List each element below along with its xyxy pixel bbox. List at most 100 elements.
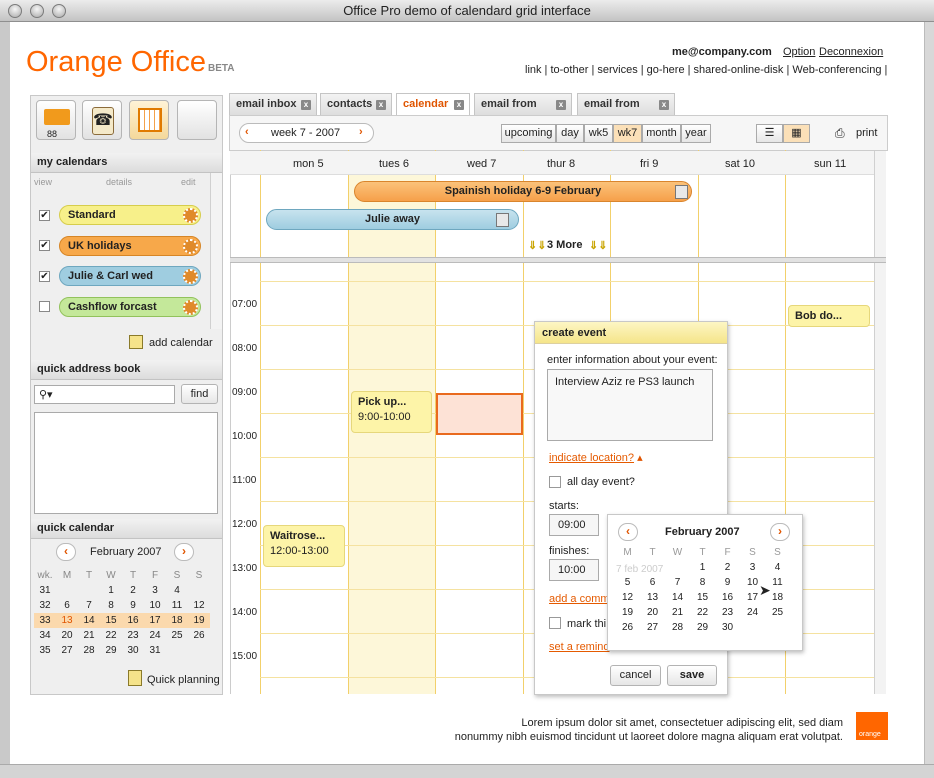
event-waitrose[interactable]: Waitrose... 12:00-13:00 — [263, 525, 345, 567]
more-events-link[interactable]: 3 More — [547, 239, 582, 251]
day-cell[interactable]: 4 — [166, 583, 188, 598]
calendar-checkbox-uk-holidays[interactable]: ✔ — [39, 240, 50, 251]
day-cell[interactable]: 12 — [615, 590, 640, 605]
indicate-location-link[interactable]: indicate location? ▴ — [549, 451, 643, 464]
selected-time-slot[interactable] — [436, 393, 523, 435]
day-cell[interactable]: 19 — [615, 605, 640, 620]
day-cell[interactable] — [56, 583, 78, 598]
tab-contacts[interactable]: contacts x — [320, 93, 392, 115]
day-cell[interactable]: 18 — [166, 613, 188, 628]
orange-logo[interactable]: orange — [856, 712, 888, 740]
day-header-thu[interactable]: thur 8 — [547, 158, 575, 170]
day-cell[interactable]: 4 — [765, 560, 790, 575]
day-header-fri[interactable]: fri 9 — [640, 158, 658, 170]
minimize-window-button[interactable] — [30, 4, 44, 18]
close-icon[interactable]: x — [659, 100, 669, 110]
settings-gear-icon[interactable] — [183, 300, 198, 315]
calendar-app-button[interactable] — [129, 100, 169, 140]
day-cell[interactable]: 5 — [615, 575, 640, 590]
day-cell[interactable]: 27 — [56, 643, 78, 658]
day-cell[interactable]: 25 — [166, 628, 188, 643]
day-cell[interactable]: 27 — [640, 620, 665, 635]
event-bob[interactable]: Bob do... — [788, 305, 870, 327]
day-cell[interactable]: 7 — [78, 598, 100, 613]
day-cell[interactable]: 28 — [78, 643, 100, 658]
tab-email-inbox[interactable]: email inbox x — [229, 93, 317, 115]
calendar-item-cashflow[interactable]: Cashflow forcast — [59, 297, 201, 317]
address-results-list[interactable] — [34, 412, 218, 514]
add-calendar-link[interactable]: add calendar — [149, 337, 213, 349]
day-cell[interactable]: 30 — [122, 643, 144, 658]
day-cell[interactable]: 2 — [715, 560, 740, 575]
day-cell[interactable]: 3 — [144, 583, 166, 598]
all-day-checkbox[interactable] — [549, 476, 561, 488]
tab-calendar[interactable]: calendar x — [396, 93, 470, 117]
prev-week-button[interactable]: ‹ — [245, 126, 249, 138]
set-reminder-link[interactable]: set a remind — [549, 641, 610, 653]
close-icon[interactable]: x — [301, 100, 311, 110]
day-cell[interactable]: 19 — [188, 613, 210, 628]
pane-splitter[interactable] — [230, 257, 886, 263]
day-cell[interactable]: 7 — [665, 575, 690, 590]
day-cell[interactable]: 14 — [78, 613, 100, 628]
day-header-tue[interactable]: tues 6 — [379, 158, 409, 170]
print-button[interactable]: print — [856, 127, 877, 139]
day-cell[interactable] — [188, 583, 210, 598]
calendar-item-standard[interactable]: Standard — [59, 205, 201, 225]
save-button[interactable]: save — [667, 665, 717, 686]
grid-view-icon[interactable]: ▦ — [783, 124, 810, 143]
day-cell[interactable] — [166, 643, 188, 658]
contacts-app-button[interactable]: ☎ — [82, 100, 122, 140]
day-cell[interactable] — [740, 620, 765, 635]
day-cell[interactable]: 21 — [665, 605, 690, 620]
day-cell[interactable]: 22 — [100, 628, 122, 643]
prev-month-button[interactable]: ‹ — [56, 543, 76, 561]
week-number[interactable]: 34 — [34, 628, 56, 643]
cancel-button[interactable]: cancel — [610, 665, 661, 686]
day-cell[interactable]: 20 — [56, 628, 78, 643]
calendars-scrollbar[interactable] — [210, 173, 222, 329]
day-cell[interactable] — [78, 583, 100, 598]
day-cell[interactable]: 1 — [100, 583, 122, 598]
zoom-window-button[interactable] — [52, 4, 66, 18]
mail-app-button[interactable]: 88 — [36, 100, 76, 140]
day-header-wed[interactable]: wed 7 — [467, 158, 496, 170]
tab-email-from-2[interactable]: email from x — [577, 93, 675, 115]
next-month-button[interactable]: › — [174, 543, 194, 561]
day-cell[interactable]: 15 — [690, 590, 715, 605]
day-cell[interactable]: 31 — [144, 643, 166, 658]
event-description-textarea[interactable]: Interview Aziz re PS3 launch — [547, 369, 713, 441]
tab-email-from-1[interactable]: email from x — [474, 93, 572, 115]
settings-gear-icon[interactable] — [183, 269, 198, 284]
view-month[interactable]: month — [642, 124, 681, 143]
empty-app-slot[interactable] — [177, 100, 217, 140]
calendar-checkbox-cashflow[interactable] — [39, 301, 50, 312]
view-upcoming[interactable]: upcoming — [501, 124, 556, 143]
settings-gear-icon[interactable] — [183, 239, 198, 254]
close-icon[interactable]: x — [454, 100, 464, 110]
start-time-input[interactable]: 09:00 — [549, 514, 599, 536]
next-week-button[interactable]: › — [359, 126, 363, 138]
day-cell[interactable]: 8 — [100, 598, 122, 613]
day-cell[interactable]: 8 — [690, 575, 715, 590]
day-cell[interactable] — [188, 643, 210, 658]
day-cell[interactable]: 16 — [715, 590, 740, 605]
day-cell[interactable]: 13 — [56, 613, 78, 628]
day-cell[interactable]: 26 — [188, 628, 210, 643]
view-day[interactable]: day — [556, 124, 584, 143]
day-cell[interactable]: 6 — [640, 575, 665, 590]
day-cell[interactable]: 29 — [100, 643, 122, 658]
day-cell[interactable]: 14 — [665, 590, 690, 605]
address-search-input[interactable]: ⚲▾ — [34, 385, 175, 404]
week-number[interactable]: 35 — [34, 643, 56, 658]
day-cell[interactable]: 20 — [640, 605, 665, 620]
calendar-checkbox-julie-carl[interactable]: ✔ — [39, 271, 50, 282]
week-number[interactable]: 33 — [34, 613, 56, 628]
add-note-icon[interactable] — [496, 213, 509, 227]
grid-scrollbar[interactable] — [874, 263, 886, 694]
find-button[interactable]: find — [181, 384, 218, 404]
day-cell[interactable]: 12 — [188, 598, 210, 613]
week-number[interactable]: 31 — [34, 583, 56, 598]
close-icon[interactable]: x — [556, 100, 566, 110]
allday-event-holiday[interactable]: Spainish holiday 6-9 February — [354, 181, 692, 202]
